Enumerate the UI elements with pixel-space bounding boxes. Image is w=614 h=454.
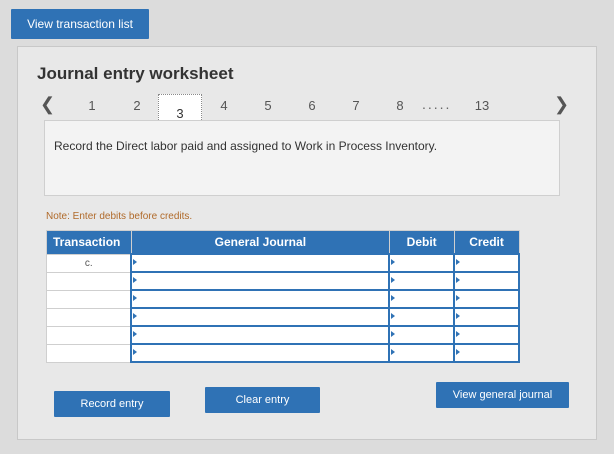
credit-input[interactable]	[453, 253, 520, 273]
note-text: Note: Enter debits before credits.	[46, 211, 193, 222]
transaction-cell	[46, 325, 132, 345]
page-5[interactable]: 5	[258, 98, 278, 113]
dropdown-marker-icon	[456, 295, 461, 301]
header-credit: Credit	[453, 230, 520, 255]
chevron-left-icon[interactable]: ❮	[40, 94, 55, 115]
general-journal-input[interactable]	[130, 343, 391, 363]
page-6[interactable]: 6	[302, 98, 322, 113]
dropdown-marker-icon	[133, 313, 138, 319]
journal-entry-table: Transaction General Journal Debit Credit…	[46, 230, 520, 363]
table-row	[46, 271, 520, 291]
pagination-ellipsis: .....	[422, 96, 452, 112]
dropdown-marker-icon	[391, 313, 396, 319]
credit-input[interactable]	[453, 289, 520, 309]
general-journal-input[interactable]	[130, 271, 391, 291]
dropdown-marker-icon	[133, 295, 138, 301]
transaction-cell	[46, 343, 132, 363]
record-entry-button[interactable]: Record entry	[54, 391, 170, 417]
general-journal-input[interactable]	[130, 253, 391, 273]
credit-input[interactable]	[453, 307, 520, 327]
dropdown-marker-icon	[456, 259, 461, 265]
header-general-journal: General Journal	[130, 230, 390, 255]
transaction-cell	[46, 307, 132, 327]
page-4[interactable]: 4	[214, 98, 234, 113]
debit-input[interactable]	[388, 307, 456, 327]
dropdown-marker-icon	[391, 295, 396, 301]
dropdown-marker-icon	[391, 349, 396, 355]
dropdown-marker-icon	[456, 349, 461, 355]
dropdown-marker-icon	[391, 259, 396, 265]
transaction-cell	[46, 289, 132, 309]
dropdown-marker-icon	[133, 331, 138, 337]
header-debit: Debit	[388, 230, 455, 255]
dropdown-marker-icon	[456, 313, 461, 319]
page-1[interactable]: 1	[82, 98, 102, 113]
table-row: c.	[46, 253, 520, 273]
dropdown-marker-icon	[391, 277, 396, 283]
table-row	[46, 343, 520, 363]
table-row	[46, 307, 520, 327]
dropdown-marker-icon	[456, 331, 461, 337]
credit-input[interactable]	[453, 325, 520, 345]
debit-input[interactable]	[388, 271, 456, 291]
debit-input[interactable]	[388, 325, 456, 345]
page-2[interactable]: 2	[127, 98, 147, 113]
debit-input[interactable]	[388, 253, 456, 273]
transaction-cell: c.	[46, 253, 132, 273]
chevron-right-icon[interactable]: ❯	[554, 94, 569, 115]
dropdown-marker-icon	[133, 259, 138, 265]
instruction-box: Record the Direct labor paid and assigne…	[44, 120, 560, 196]
page-13[interactable]: 13	[472, 98, 492, 113]
clear-entry-button[interactable]: Clear entry	[205, 387, 320, 413]
dropdown-marker-icon	[133, 277, 138, 283]
credit-input[interactable]	[453, 271, 520, 291]
dropdown-marker-icon	[133, 349, 138, 355]
dropdown-marker-icon	[456, 277, 461, 283]
debit-input[interactable]	[388, 343, 456, 363]
page-8[interactable]: 8	[390, 98, 410, 113]
transaction-cell	[46, 271, 132, 291]
worksheet-title: Journal entry worksheet	[37, 64, 234, 83]
header-transaction: Transaction	[46, 230, 132, 255]
debit-input[interactable]	[388, 289, 456, 309]
dropdown-marker-icon	[391, 331, 396, 337]
table-row	[46, 289, 520, 309]
general-journal-input[interactable]	[130, 307, 391, 327]
credit-input[interactable]	[453, 343, 520, 363]
view-transaction-list-button[interactable]: View transaction list	[11, 9, 149, 39]
general-journal-input[interactable]	[130, 325, 391, 345]
instruction-text: Record the Direct labor paid and assigne…	[54, 139, 438, 153]
view-general-journal-button[interactable]: View general journal	[436, 382, 569, 408]
general-journal-input[interactable]	[130, 289, 391, 309]
page-7[interactable]: 7	[346, 98, 366, 113]
table-row	[46, 325, 520, 345]
